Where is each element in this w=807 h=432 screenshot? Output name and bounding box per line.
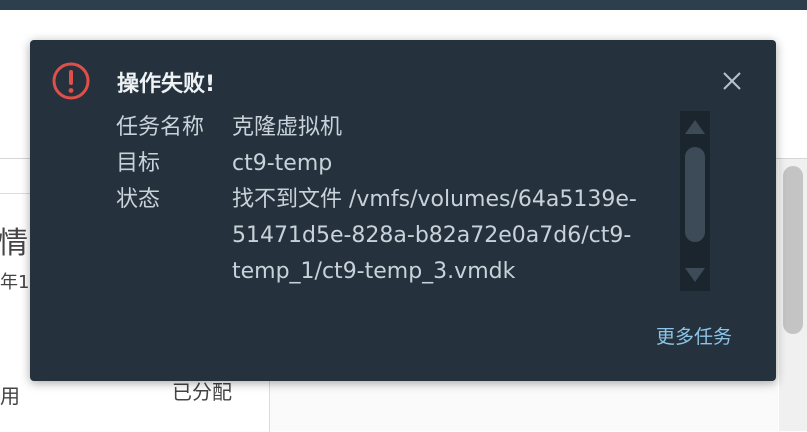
task-name-value: 克隆虚拟机 [232,115,343,140]
status-value-line-2: 51471d5e-828a-b82a72e0a7d6/ct9- [232,223,632,248]
scroll-up-icon[interactable] [685,120,705,134]
background-card-title: 情 [0,226,28,261]
notification-title: 操作失败! [117,72,216,97]
details-scrollbar[interactable] [680,111,710,291]
target-label: 目标 [116,151,161,176]
error-notification: 操作失败! 任务名称 克隆虚拟机 目标 ct9-temp 状态 找不到文件 /v… [30,40,776,381]
more-tasks-link[interactable]: 更多任务 [656,322,732,349]
background-card-date: 年1 [0,272,30,293]
scroll-down-icon[interactable] [685,268,705,282]
task-name-label: 任务名称 [116,115,205,140]
error-exclamation-icon [52,62,90,100]
details-scrollbar-thumb[interactable] [685,147,705,242]
page-scrollbar-thumb[interactable] [783,166,803,334]
close-icon[interactable] [720,69,744,93]
status-value-line-3: temp_1/ct9-temp_3.vmdk [232,259,516,284]
status-label: 状态 [116,187,161,212]
target-value: ct9-temp [232,151,333,176]
top-nav-bar [0,0,807,10]
status-value-line-1: 找不到文件 /vmfs/volumes/64a5139e- [232,187,637,212]
background-left-label: 用 [0,384,20,408]
